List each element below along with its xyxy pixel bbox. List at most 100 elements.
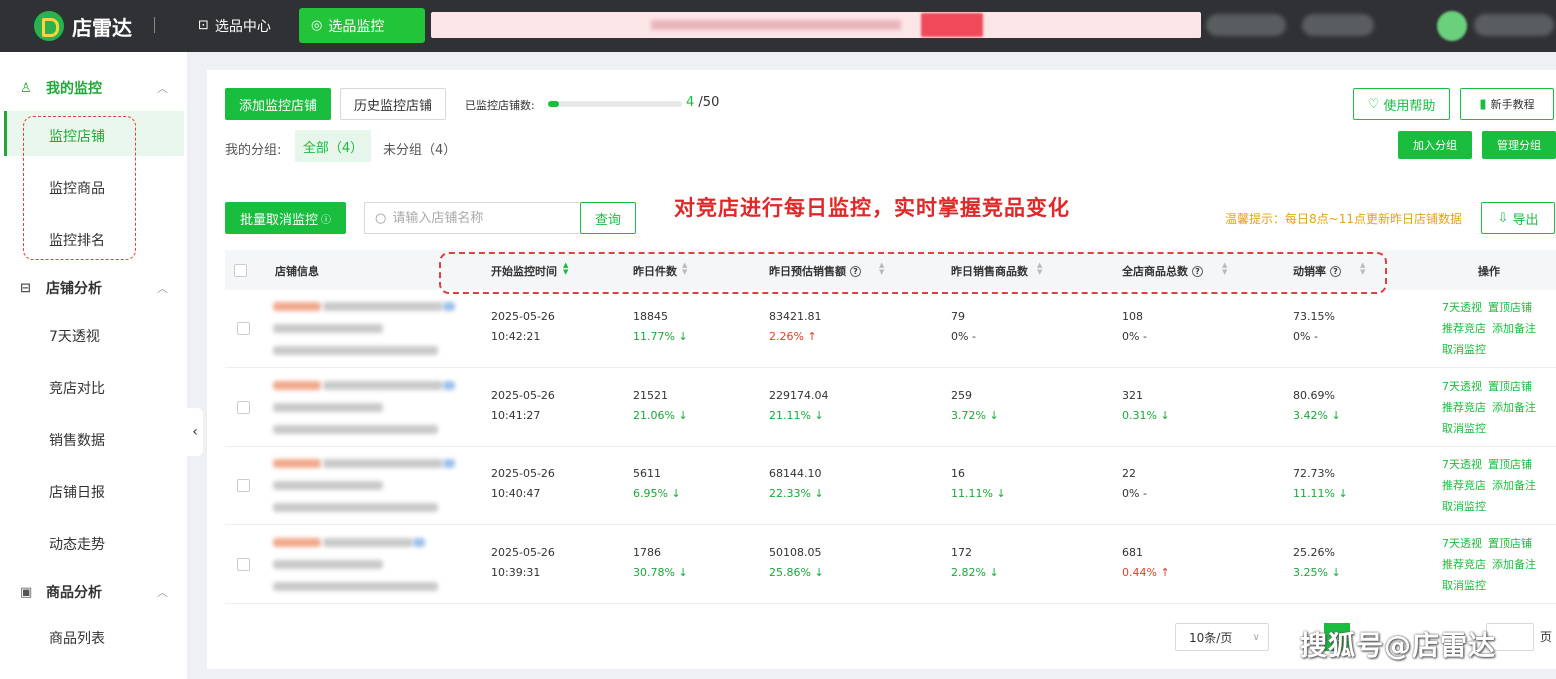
sell-through-value: 25.26% [1293, 545, 1335, 559]
sidebar-item-competitor-compare[interactable]: 竞店对比 [49, 378, 105, 398]
table-row: 2025-05-26 10:41:27 21521 21.06% ↓ 229174.04… [225, 369, 1556, 447]
total-goods-change: 0% - [1122, 330, 1147, 343]
shop-search-field[interactable]: ○ [364, 202, 580, 234]
row-checkbox[interactable] [237, 479, 250, 492]
row-operations: 7天透视 置顶店铺推荐竞店 添加备注取消监控 [1442, 454, 1556, 517]
yesterday-sales-change: 25.86% ↓ [769, 565, 824, 579]
logo[interactable]: 店雷达 [34, 11, 132, 41]
sell-through-change: 3.25% ↓ [1293, 565, 1341, 579]
blurred-text [273, 324, 383, 333]
total-goods: 321 0.31% ↓ [1122, 386, 1170, 426]
batch-cancel-monitor-button[interactable]: 批量取消监控 ⓘ [225, 202, 346, 234]
start-time: 2025-05-26 10:39:31 [491, 543, 555, 583]
row-operations: 7天透视 置顶店铺推荐竞店 添加备注取消监控 [1442, 376, 1556, 439]
total-goods-change: 0% - [1122, 487, 1147, 500]
active-item-indicator [4, 111, 7, 156]
annotation-dashed-box [439, 252, 1387, 294]
watermark: 搜狐号@店雷达 [1300, 631, 1496, 662]
sell-through: 72.73% 11.11% ↓ [1293, 464, 1348, 504]
nav-select-center[interactable]: ⊡ 选品中心 [186, 8, 283, 43]
view-7day-link[interactable]: 7天透视 [1442, 454, 1482, 475]
pin-shop-link[interactable]: 置顶店铺 [1488, 533, 1532, 554]
promo-banner[interactable] [431, 12, 1201, 38]
monitor-count: 4 /50 [686, 95, 719, 110]
batch-cancel-label: 批量取消监控 [239, 212, 318, 228]
section-title: 商品分析 [46, 585, 102, 601]
yesterday-sales: 68144.10 22.33% ↓ [769, 464, 824, 504]
group-tab-ungrouped[interactable]: 未分组（4） [383, 139, 456, 158]
add-monitor-shop-button[interactable]: 添加监控店铺 [225, 88, 331, 120]
blurred-text [273, 537, 321, 547]
sidebar-section-shop-analysis[interactable]: ⊟ 店铺分析 ︿ [20, 278, 168, 298]
add-note-link[interactable]: 添加备注 [1492, 397, 1536, 418]
sidebar-item-goods-list[interactable]: 商品列表 [49, 628, 105, 648]
recommend-competitor-link[interactable]: 推荐竞店 [1442, 554, 1486, 575]
sidebar-section-my-monitor[interactable]: ♙ 我的监控 ︿ [20, 78, 168, 98]
cancel-monitor-link[interactable]: 取消监控 [1442, 575, 1486, 596]
nav-label: 选品中心 [214, 18, 271, 35]
add-note-link[interactable]: 添加备注 [1492, 318, 1536, 339]
yesterday-items: 18845 11.77% ↓ [633, 307, 688, 347]
cancel-monitor-link[interactable]: 取消监控 [1442, 339, 1486, 360]
add-note-link[interactable]: 添加备注 [1492, 554, 1536, 575]
pin-shop-link[interactable]: 置顶店铺 [1488, 297, 1532, 318]
row-checkbox[interactable] [237, 400, 250, 414]
collapse-sidebar-button[interactable]: ‹ [187, 408, 203, 456]
nav-select-monitor[interactable]: ◎ 选品监控 [299, 8, 425, 43]
sidebar-section-goods-analysis[interactable]: ▣ 商品分析 ︿ [20, 582, 168, 602]
start-clock: 10:39:31 [491, 565, 541, 579]
sidebar-item-trend[interactable]: 动态走势 [49, 534, 105, 554]
shop-icon: ⊟ [20, 280, 31, 296]
row-checkbox[interactable] [237, 557, 250, 571]
add-note-link[interactable]: 添加备注 [1492, 475, 1536, 496]
start-time: 2025-05-26 10:40:47 [491, 464, 555, 504]
blurred-text [273, 302, 321, 311]
pin-shop-link[interactable]: 置顶店铺 [1488, 376, 1532, 397]
blurred-username[interactable] [1474, 14, 1554, 36]
sidebar-item-shop-daily[interactable]: 店铺日报 [49, 482, 105, 502]
yesterday-goods-value: 172 [951, 545, 972, 559]
group-tab-all[interactable]: 全部（4） [295, 130, 371, 162]
total-goods: 22 0% - [1122, 464, 1147, 504]
export-button[interactable]: ⇩ 导出 [1481, 202, 1555, 234]
recommend-competitor-link[interactable]: 推荐竞店 [1442, 318, 1486, 339]
total-goods-change: 0.31% ↓ [1122, 408, 1170, 422]
page-size-select[interactable]: 10条/页 ∨ [1175, 623, 1269, 651]
blurred-text [413, 537, 425, 547]
select-all-checkbox[interactable] [234, 264, 247, 277]
tutorial-button[interactable]: ▮ 新手教程 [1460, 88, 1554, 120]
blurred-text [273, 503, 438, 512]
pin-shop-link[interactable]: 置顶店铺 [1488, 454, 1532, 475]
promo-button[interactable] [921, 13, 983, 37]
start-date: 2025-05-26 [491, 545, 555, 559]
view-7day-link[interactable]: 7天透视 [1442, 297, 1482, 318]
clipboard-icon: ▣ [20, 584, 33, 600]
start-date: 2025-05-26 [491, 310, 555, 323]
manage-group-button[interactable]: 管理分组 [1482, 131, 1556, 159]
view-7day-link[interactable]: 7天透视 [1442, 376, 1482, 397]
header-operations: 操作 [1478, 265, 1500, 278]
blurred-user-info [1302, 14, 1374, 36]
sidebar-item-7day-view[interactable]: 7天透视 [49, 326, 100, 346]
yesterday-items-value: 18845 [633, 310, 668, 323]
recommend-competitor-link[interactable]: 推荐竞店 [1442, 475, 1486, 496]
cancel-monitor-link[interactable]: 取消监控 [1442, 496, 1486, 517]
sell-through-change: 3.42% ↓ [1293, 408, 1341, 422]
avatar[interactable] [1437, 11, 1467, 41]
history-monitor-shop-button[interactable]: 历史监控店铺 [340, 88, 446, 120]
blurred-text [443, 380, 455, 390]
help-button[interactable]: ♡ 使用帮助 [1353, 88, 1450, 120]
divider [154, 17, 155, 33]
shop-search-input[interactable] [392, 210, 563, 226]
sidebar-item-sales-data[interactable]: 销售数据 [49, 430, 105, 450]
recommend-competitor-link[interactable]: 推荐竞店 [1442, 397, 1486, 418]
cancel-monitor-link[interactable]: 取消监控 [1442, 418, 1486, 439]
chevron-up-icon: ︿ [157, 586, 168, 599]
promo-blurred-text [651, 20, 901, 30]
row-checkbox[interactable] [237, 322, 250, 335]
blurred-text [273, 559, 383, 569]
query-button[interactable]: 查询 [580, 202, 636, 234]
yesterday-items-change: 11.77% ↓ [633, 330, 688, 343]
join-group-button[interactable]: 加入分组 [1398, 131, 1472, 159]
view-7day-link[interactable]: 7天透视 [1442, 533, 1482, 554]
